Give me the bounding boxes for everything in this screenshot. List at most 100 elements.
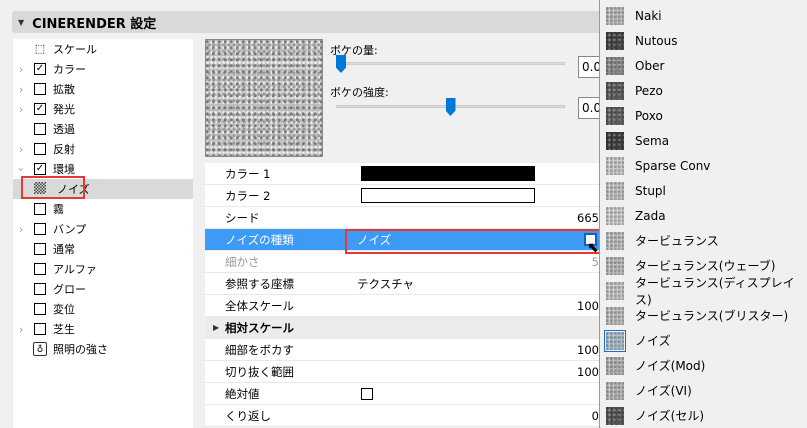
dropdown-item[interactable]: Pezo [600,78,807,103]
tree-item-label: アルファ [53,263,97,276]
tree-checkbox[interactable] [34,303,46,315]
dropdown-item-label: タービュランス [635,234,719,248]
tree-item[interactable]: ⬚ スケール [13,39,193,59]
prop-coords-row[interactable]: 参照する座標 テクスチャ [205,273,599,295]
tree-checkbox[interactable]: ✓ [34,163,46,175]
prop-absolute-row[interactable]: 絶対値 [205,383,599,405]
dropdown-item[interactable]: Sparse Conv [600,153,807,178]
relative-scale-group[interactable]: ▶ 相対スケール [205,317,599,339]
tree-item[interactable]: 霧 [13,199,193,219]
tree-checkbox[interactable] [34,203,46,215]
dropdown-item[interactable]: Nutous [600,28,807,53]
clip-range-value[interactable]: 100 [577,365,599,379]
expand-triangle-icon: ▶ [213,323,220,332]
dropdown-item[interactable]: ノイズ(セル) [600,403,807,428]
prop-color1-row[interactable]: カラー 1 [205,163,599,185]
chevron-right-icon[interactable]: › [19,323,23,336]
noise-thumbnail-icon [606,231,624,250]
tree-item-label: 環境 [53,163,75,176]
dropdown-item-label: Sema [635,133,670,148]
tree-checkbox[interactable]: ✓ [34,63,46,75]
dropdown-item[interactable]: ノイズ(Mod) [600,353,807,378]
fineness-value: 5 [591,254,599,269]
prop-clip-range-row[interactable]: 切り抜く範囲 100 [205,361,599,383]
tree-item[interactable]: › ✓ 発光 [13,99,193,119]
dropdown-item[interactable]: Ober [600,53,807,78]
tree-item[interactable]: アルファ [13,259,193,279]
tree-item-label: 通常 [53,243,75,256]
prop-repeat-row[interactable]: くり返し 0 [205,405,599,427]
prop-color2-row[interactable]: カラー 2 [205,185,599,207]
dropdown-item[interactable]: タービュランス(ディスプレイス) [600,276,807,307]
dropdown-item[interactable]: ノイズ [600,328,807,353]
tree-item[interactable]: 透過 [13,119,193,139]
tree-checkbox[interactable] [34,263,46,275]
tree-item[interactable]: › 芝生 [13,319,193,339]
collapse-triangle-icon: ▼ [18,17,25,27]
color1-swatch[interactable] [361,166,535,181]
repeat-value[interactable]: 0 [592,409,599,423]
tree-item[interactable]: › 拡散 [13,79,193,99]
tree-item[interactable]: ♁ 照明の強さ [13,339,193,359]
tree-checkbox[interactable] [34,143,46,155]
tree-checkbox[interactable] [34,283,46,295]
tree-item[interactable]: › ✓ カラー [13,59,193,79]
noise-thumbnail-icon [606,306,624,325]
bokeh-amount-slider[interactable] [336,62,565,65]
chevron-right-icon[interactable]: › [19,83,23,96]
tree-item[interactable]: 通常 [13,239,193,259]
tree-item[interactable]: 変位 [13,299,193,319]
tree-checkbox[interactable] [34,223,46,235]
dropdown-item-label: ノイズ(セル) [635,409,705,423]
dropdown-item[interactable]: Sema [600,128,807,153]
prop-label: 絶対値 [225,386,260,401]
global-scale-value[interactable]: 100 [577,299,599,313]
dropdown-item-label: Nutous [635,33,678,48]
bokeh-amount-slider-thumb[interactable] [336,55,346,73]
prop-global-scale-row[interactable]: 全体スケール 100 [205,295,599,317]
group-label: 相対スケール [225,320,294,335]
coords-value[interactable]: テクスチャ [357,276,414,292]
tree-item-label: 変位 [53,303,75,316]
cinerender-settings-header[interactable]: ▼ CINERENDER 設定 [12,11,602,33]
seed-value[interactable]: 665 [577,211,599,225]
color2-swatch[interactable] [361,188,535,203]
property-table: カラー 1 カラー 2 シード 665 ノイズの種類 ノイズ 細かさ 5 参照する座標… [205,163,599,427]
dropdown-item-label: Ober [635,58,665,73]
chevron-right-icon[interactable]: › [19,103,23,116]
prop-label: 細部をボカす [225,342,294,357]
tree-item-label: 拡散 [53,83,75,96]
tree-item[interactable]: › 反射 [13,139,193,159]
bokeh-strength-slider-thumb[interactable] [445,98,456,116]
tree-checkbox[interactable]: ✓ [34,103,46,115]
tree-item-label: 照明の強さ [53,343,108,356]
dropdown-item[interactable]: タービュランス [600,228,807,253]
tree-checkbox[interactable] [34,123,46,135]
dropdown-item[interactable]: Naki [600,3,807,28]
prop-blur-detail-row[interactable]: 細部をボカす 100 [205,339,599,361]
dropdown-item[interactable]: Zada [600,203,807,228]
dropdown-item[interactable]: タービュランス(ブリスター) [600,303,807,328]
absolute-checkbox[interactable] [361,387,373,400]
dropdown-item[interactable]: Poxo [600,103,807,128]
dropdown-item[interactable]: ノイズ(VI) [600,378,807,403]
scale-icon: ⬚ [34,42,46,55]
noise-type-dropdown-list[interactable]: Naki Nutous Ober Pezo Poxo Sema Sparse Conv Stu… [599,0,807,428]
chevron-right-icon[interactable]: › [19,223,23,236]
chevron-right-icon[interactable]: › [19,63,23,76]
tree-checkbox[interactable] [34,243,46,255]
prop-seed-row[interactable]: シード 665 [205,207,599,229]
dropdown-item[interactable]: Stupl [600,178,807,203]
noise-thumbnail-icon [606,356,624,375]
prop-label: ノイズの種類 [225,232,294,247]
chevron-down-icon[interactable]: › [15,167,28,171]
dropdown-item-label: Sparse Conv [635,158,711,173]
tree-item[interactable]: › バンプ [13,219,193,239]
tree-checkbox[interactable] [34,323,46,335]
prop-label: シード [225,210,260,225]
prop-label: 全体スケール [225,298,294,313]
tree-checkbox[interactable] [34,83,46,95]
chevron-right-icon[interactable]: › [19,143,23,156]
tree-item[interactable]: グロー [13,279,193,299]
blur-detail-value[interactable]: 100 [577,343,599,357]
